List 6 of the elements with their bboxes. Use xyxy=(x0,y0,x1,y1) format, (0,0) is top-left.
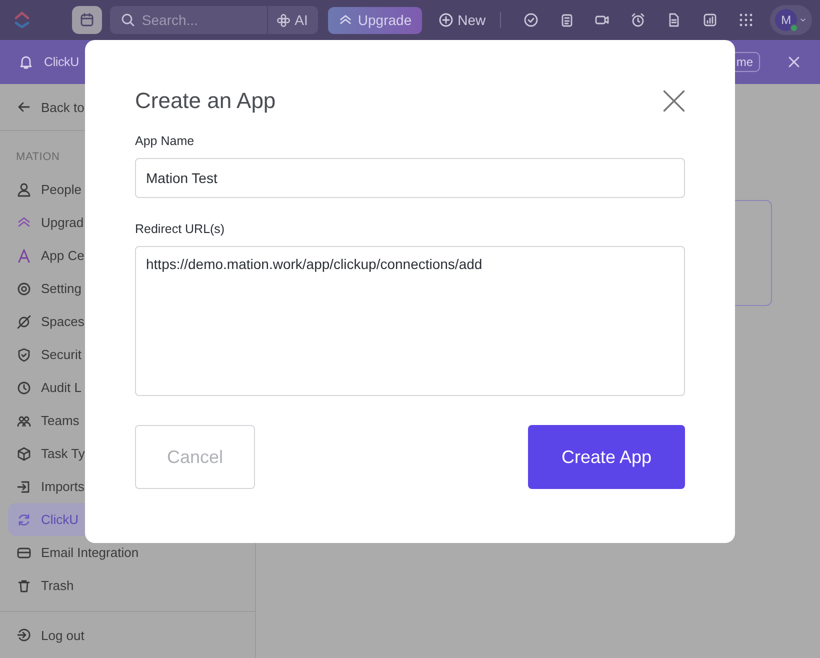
ai-label: AI xyxy=(276,12,308,28)
dialog-title: Create an App xyxy=(135,88,276,114)
section-heading: MATION xyxy=(15,150,61,165)
field-label: App Name xyxy=(135,134,196,148)
field-label: Redirect URL(s) xyxy=(135,222,226,236)
banner-text: ClickU xyxy=(44,55,79,69)
